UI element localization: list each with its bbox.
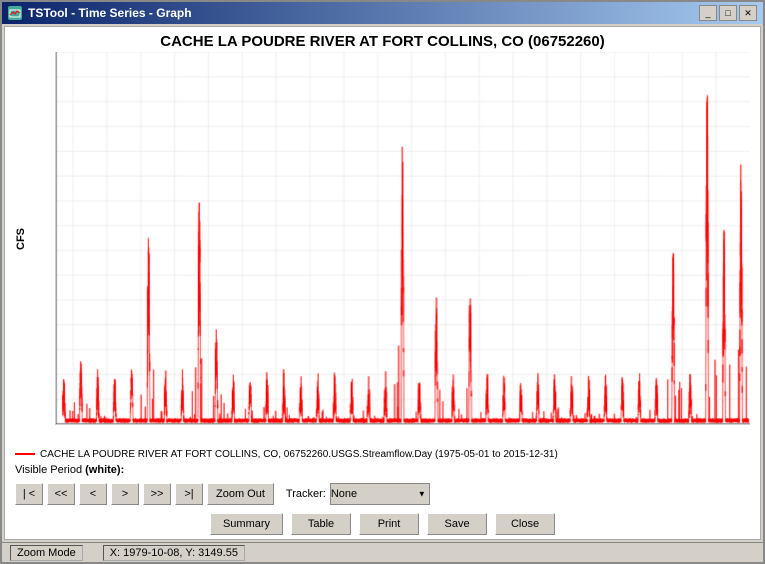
- chart-container: CFS: [5, 52, 760, 445]
- legend-text: CACHE LA POUDRE RIVER AT FORT COLLINS, C…: [40, 449, 558, 460]
- legend-line-icon: [15, 453, 35, 455]
- chart-canvas: [56, 52, 750, 424]
- chart-area: CACHE LA POUDRE RIVER AT FORT COLLINS, C…: [4, 26, 761, 540]
- save-button[interactable]: Save: [427, 513, 487, 535]
- window-title: TSTool - Time Series - Graph: [28, 6, 192, 20]
- nav-first-button[interactable]: | <: [15, 483, 43, 505]
- nav-next-large-button[interactable]: >>: [143, 483, 171, 505]
- close-button[interactable]: ✕: [739, 5, 757, 21]
- chart-title: CACHE LA POUDRE RIVER AT FORT COLLINS, C…: [5, 27, 760, 52]
- close-button-action[interactable]: Close: [495, 513, 555, 535]
- print-button[interactable]: Print: [359, 513, 419, 535]
- coordinates-label: X: 1979-10-08, Y: 3149.55: [110, 547, 238, 559]
- app-icon: [8, 6, 22, 20]
- table-button[interactable]: Table: [291, 513, 351, 535]
- zoom-out-button[interactable]: Zoom Out: [207, 483, 274, 505]
- visible-period-color-note: (white):: [85, 464, 124, 476]
- nav-prev-button[interactable]: <: [79, 483, 107, 505]
- zoom-mode-status: Zoom Mode: [10, 545, 83, 561]
- minimize-button[interactable]: _: [699, 5, 717, 21]
- legend-area: CACHE LA POUDRE RIVER AT FORT COLLINS, C…: [5, 445, 760, 463]
- status-bar: Zoom Mode X: 1979-10-08, Y: 3149.55: [2, 542, 763, 562]
- chart-plot-area[interactable]: [55, 52, 750, 425]
- nav-prev-large-button[interactable]: <<: [47, 483, 75, 505]
- tracker-select-wrapper: None Nearest NearestSelected: [330, 483, 430, 505]
- main-window: TSTool - Time Series - Graph _ □ ✕ CACHE…: [0, 0, 765, 564]
- y-axis-label: CFS: [15, 228, 27, 250]
- coordinates-status: X: 1979-10-08, Y: 3149.55: [103, 545, 245, 561]
- summary-button[interactable]: Summary: [210, 513, 283, 535]
- zoom-mode-label: Zoom Mode: [17, 547, 76, 559]
- visible-period-bar: Visible Period (white):: [5, 463, 760, 479]
- maximize-button[interactable]: □: [719, 5, 737, 21]
- action-bar: Summary Table Print Save Close: [5, 509, 760, 539]
- title-bar: TSTool - Time Series - Graph _ □ ✕: [2, 2, 763, 24]
- nav-bar: | < << < > >> >| Zoom Out Tracker: None …: [5, 479, 760, 509]
- nav-next-button[interactable]: >: [111, 483, 139, 505]
- visible-period-label: Visible Period: [15, 464, 82, 476]
- tracker-label: Tracker:: [286, 488, 326, 500]
- window-controls: _ □ ✕: [699, 5, 757, 21]
- title-bar-left: TSTool - Time Series - Graph: [8, 6, 192, 20]
- nav-last-button[interactable]: >|: [175, 483, 203, 505]
- tracker-select[interactable]: None Nearest NearestSelected: [330, 483, 430, 505]
